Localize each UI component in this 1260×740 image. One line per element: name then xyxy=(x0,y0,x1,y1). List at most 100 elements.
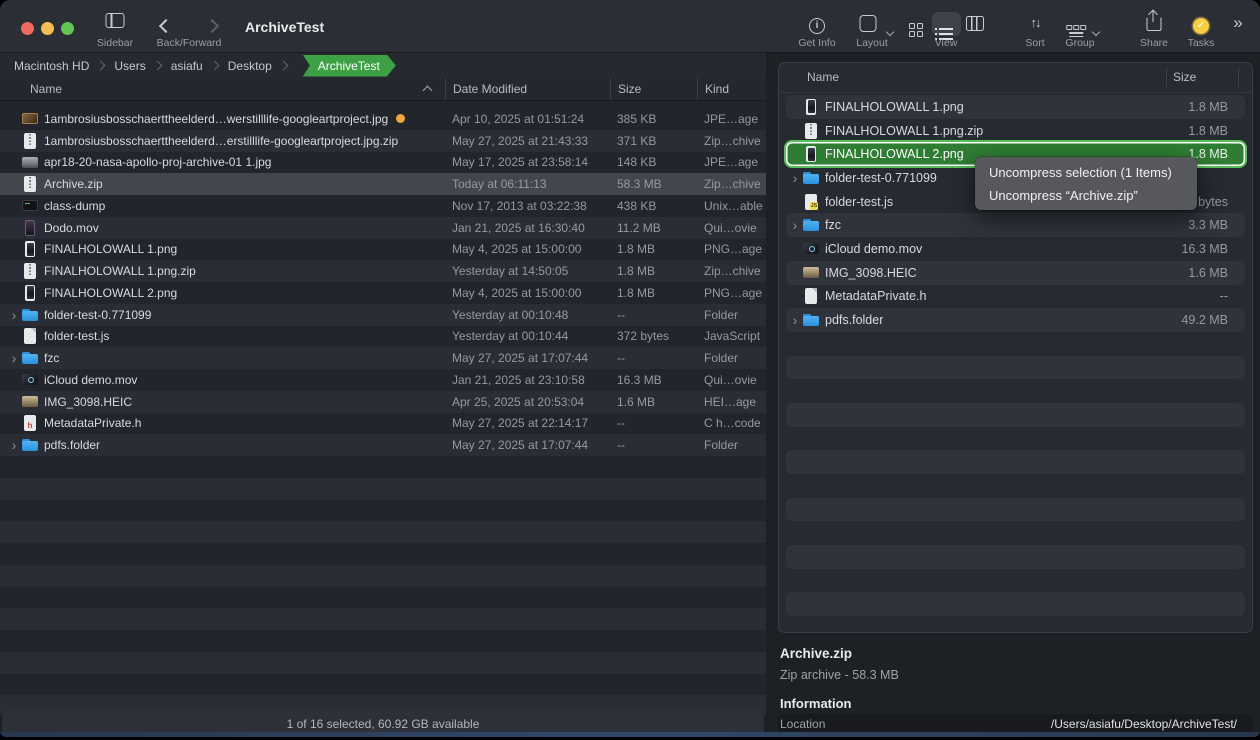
chevron-down-icon xyxy=(886,28,894,36)
table-row[interactable]: IMG_3098.HEICApr 25, 2025 at 20:53:041.6… xyxy=(0,391,766,413)
back-button[interactable] xyxy=(161,18,171,36)
view-grid-button[interactable] xyxy=(909,16,923,37)
disclosure-chevron-icon[interactable]: › xyxy=(787,220,803,230)
chevron-down-icon xyxy=(1092,28,1100,36)
date-modified: Yesterday at 00:10:48 xyxy=(445,308,610,322)
file-kind: JPE…age xyxy=(697,155,766,169)
table-row[interactable]: 1ambrosiusbosschaerttheelderd…werstillli… xyxy=(0,108,766,130)
file-size: 11.2 MB xyxy=(610,221,697,235)
table-row[interactable]: ›folder-test-0.771099Yesterday at 00:10:… xyxy=(0,304,766,326)
file-size: 372 bytes xyxy=(610,329,697,343)
sort-button[interactable]: ↑↓ xyxy=(1031,14,1040,32)
heic-thumbnail-icon xyxy=(22,394,38,410)
layout-label: Layout xyxy=(856,37,888,49)
file-size: 148 KB xyxy=(610,155,697,169)
table-row[interactable]: ›pdfs.folderMay 27, 2025 at 17:07:44--Fo… xyxy=(0,434,766,456)
column-header-date-modified[interactable]: Date Modified xyxy=(445,78,610,100)
empty-row xyxy=(786,450,1245,474)
group-label: Group xyxy=(1065,37,1094,49)
table-row[interactable]: class-dumpNov 17, 2013 at 03:22:38438 KB… xyxy=(0,195,766,217)
file-kind: Folder xyxy=(697,308,766,322)
zip-file-icon xyxy=(803,123,819,139)
js-file-icon xyxy=(803,194,819,210)
preview-column-header-row: Name Size xyxy=(779,63,1252,93)
table-row[interactable]: FINALHOLOWALL 1.pngMay 4, 2025 at 15:00:… xyxy=(0,239,766,261)
disclosure-chevron-icon[interactable]: › xyxy=(787,173,803,183)
column-header-size[interactable]: Size xyxy=(610,78,697,100)
table-row[interactable]: FINALHOLOWALL 2.pngMay 4, 2025 at 15:00:… xyxy=(0,282,766,304)
breadcrumb-item-current[interactable]: ArchiveTest xyxy=(303,55,396,77)
preview-table-row[interactable]: MetadataPrivate.h-- xyxy=(786,285,1245,309)
close-window-button[interactable] xyxy=(21,22,34,35)
file-kind: Unix…able xyxy=(697,199,766,213)
folder-icon xyxy=(803,312,819,328)
sort-label: Sort xyxy=(1025,37,1044,49)
sidebar-toggle-button[interactable] xyxy=(106,13,125,33)
view-columns-button[interactable] xyxy=(966,16,984,36)
preview-table-row[interactable]: ›fzc3.3 MB xyxy=(786,213,1245,237)
file-kind: Qui…ovie xyxy=(697,221,766,235)
file-kind: JavaScript xyxy=(697,329,766,343)
forward-button[interactable] xyxy=(207,18,217,36)
column-header-kind[interactable]: Kind xyxy=(697,78,766,100)
context-menu-item[interactable]: Uncompress “Archive.zip” xyxy=(975,184,1197,207)
preview-column-header-name[interactable]: Name xyxy=(807,70,839,84)
preview-table-row[interactable]: IMG_3098.HEIC1.6 MB xyxy=(786,261,1245,285)
get-info-button[interactable]: i xyxy=(809,15,825,34)
context-menu-item[interactable]: Uncompress selection (1 Items) xyxy=(975,161,1197,184)
disclosure-chevron-icon[interactable]: › xyxy=(6,440,22,450)
date-modified: Jan 21, 2025 at 23:10:58 xyxy=(445,373,610,387)
breadcrumb-item[interactable]: asiafu xyxy=(171,59,203,73)
file-name: IMG_3098.HEIC xyxy=(44,395,132,409)
column-header-row: Name Date Modified Size Kind xyxy=(0,78,766,101)
layout-button[interactable] xyxy=(860,15,877,37)
empty-row xyxy=(786,592,1245,616)
table-row[interactable]: apr18-20-nasa-apollo-proj-archive-01 1.j… xyxy=(0,152,766,174)
file-size: 3.3 MB xyxy=(1135,218,1245,232)
date-modified: Nov 17, 2013 at 03:22:38 xyxy=(445,199,610,213)
table-row[interactable]: MetadataPrivate.hMay 27, 2025 at 22:14:1… xyxy=(0,413,766,435)
file-kind: Qui…ovie xyxy=(697,373,766,387)
preview-table-row[interactable]: FINALHOLOWALL 1.png1.8 MB xyxy=(786,95,1245,119)
empty-row xyxy=(0,521,766,543)
tasks-button[interactable]: ✓ xyxy=(1193,15,1209,34)
png-thumbnail-icon xyxy=(803,99,819,115)
table-row[interactable]: iCloud demo.movJan 21, 2025 at 23:10:581… xyxy=(0,369,766,391)
minimize-window-button[interactable] xyxy=(41,22,54,35)
empty-row xyxy=(786,379,1245,403)
table-row[interactable]: 1ambrosiusbosschaerttheelderd…erstilllif… xyxy=(0,130,766,152)
file-kind: Zip…chive xyxy=(697,264,766,278)
share-label: Share xyxy=(1140,37,1168,49)
folder-icon xyxy=(22,307,38,323)
file-name: MetadataPrivate.h xyxy=(825,289,926,303)
breadcrumb-item[interactable]: Desktop xyxy=(228,59,272,73)
preview-table-row[interactable]: iCloud demo.mov16.3 MB xyxy=(786,237,1245,261)
preview-table-row[interactable]: FINALHOLOWALL 1.png.zip1.8 MB xyxy=(786,119,1245,143)
info-section-header: Information xyxy=(780,696,852,711)
header-file-icon xyxy=(22,415,38,431)
file-name: pdfs.folder xyxy=(825,313,883,327)
table-row[interactable]: folder-test.jsYesterday at 00:10:44372 b… xyxy=(0,326,766,348)
disclosure-chevron-icon[interactable]: › xyxy=(787,315,803,325)
table-row[interactable]: ›fzcMay 27, 2025 at 17:07:44--Folder xyxy=(0,347,766,369)
desktop-edge xyxy=(0,732,1260,737)
preview-table-row[interactable]: ›pdfs.folder49.2 MB xyxy=(786,308,1245,332)
finder-window: Sidebar Back/Forward ArchiveTest i Get I… xyxy=(0,0,1260,737)
disclosure-chevron-icon[interactable]: › xyxy=(6,310,22,320)
sort-ascending-icon xyxy=(423,86,433,96)
group-button[interactable] xyxy=(1066,17,1086,37)
table-row[interactable]: Archive.zipToday at 06:11:1358.3 MBZip…c… xyxy=(0,173,766,195)
table-row[interactable]: Dodo.movJan 21, 2025 at 16:30:4011.2 MBQ… xyxy=(0,217,766,239)
date-modified: May 4, 2025 at 15:00:00 xyxy=(445,286,610,300)
folder-icon xyxy=(22,437,38,453)
table-row[interactable]: FINALHOLOWALL 1.png.zipYesterday at 14:5… xyxy=(0,260,766,282)
zoom-window-button[interactable] xyxy=(61,22,74,35)
disclosure-chevron-icon[interactable]: › xyxy=(6,353,22,363)
breadcrumb-item[interactable]: Macintosh HD xyxy=(14,59,89,73)
toolbar-overflow-button[interactable]: » xyxy=(1233,15,1242,33)
breadcrumb-item[interactable]: Users xyxy=(114,59,145,73)
preview-column-header-size[interactable]: Size xyxy=(1173,70,1196,84)
share-button[interactable] xyxy=(1147,13,1162,36)
column-header-name[interactable]: Name xyxy=(0,78,445,100)
modified-dot-icon xyxy=(396,114,405,123)
